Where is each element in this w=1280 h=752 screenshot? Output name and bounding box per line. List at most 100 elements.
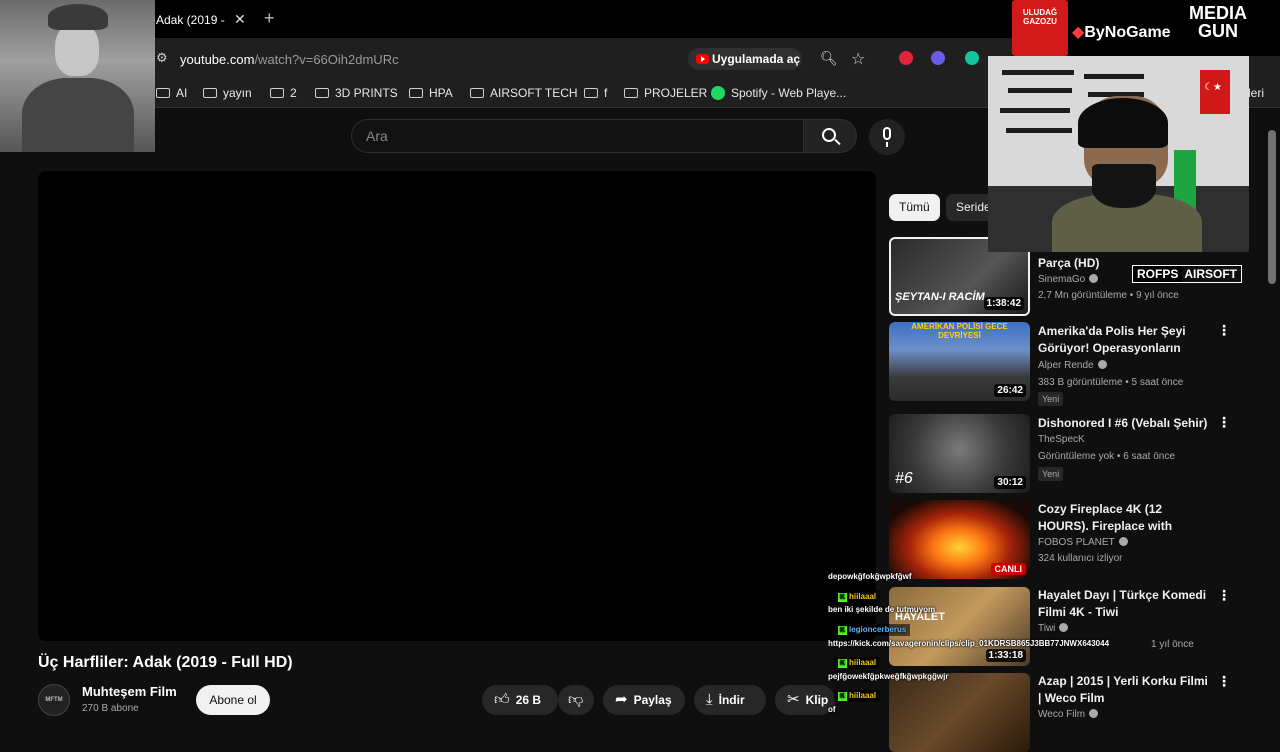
browser-tab[interactable]: Adak (2019 - ✕	[150, 6, 256, 34]
chip-all[interactable]: Tümü	[889, 194, 940, 221]
bookmark-item[interactable]: AI	[156, 86, 187, 100]
download-button[interactable]: ⤓ İndir	[694, 685, 766, 715]
more-options-icon[interactable]: ⋮	[1217, 322, 1231, 339]
folder-icon	[156, 88, 170, 98]
share-button[interactable]: ➦ Paylaş	[603, 685, 685, 715]
folder-icon	[584, 88, 598, 98]
video-player[interactable]	[38, 171, 876, 641]
chat-username: Khiilaaal	[834, 690, 881, 702]
kick-badge-icon: K	[838, 659, 847, 668]
chat-username: Khiilaaal	[834, 591, 881, 603]
flag-icon	[1200, 70, 1230, 114]
kick-badge-icon: K	[838, 626, 847, 635]
extension-icon[interactable]	[899, 51, 913, 65]
subscribe-button[interactable]: Abone ol	[196, 685, 270, 715]
chat-username: Klegioncerberus	[834, 624, 911, 636]
chat-message: depowkğfokğwpkfğwf	[828, 572, 912, 581]
chat-message: pejfğowekfğpkweğfkğwpkgğwjr	[828, 672, 949, 681]
more-options-icon[interactable]: ⋮	[1217, 673, 1231, 690]
thumbnail-text: #6	[895, 470, 913, 487]
video-title[interactable]: Cozy Fireplace 4K (12 HOURS). Fireplace …	[1038, 501, 1214, 535]
bookmark-item[interactable]: yayın	[203, 86, 252, 100]
bookmark-item[interactable]: 2	[270, 86, 297, 100]
channel-avatar[interactable]: MFTM	[38, 684, 70, 716]
tab-title: Adak (2019 -	[156, 13, 225, 27]
new-tab-button[interactable]: +	[264, 8, 275, 29]
bynogame-icon: ◆	[1072, 24, 1085, 41]
bookmark-item[interactable]: f	[584, 86, 607, 100]
video-meta: Görüntüleme yok • 6 saat önce	[1038, 451, 1175, 462]
chat-message: of	[828, 705, 836, 714]
voice-search-button[interactable]	[869, 119, 905, 155]
more-options-icon[interactable]: ⋮	[1217, 587, 1231, 604]
folder-icon	[470, 88, 484, 98]
open-in-app-label: Uygulamada aç	[712, 52, 801, 66]
bookmark-item[interactable]: Spotify - Web Playe...	[711, 86, 846, 100]
scissors-icon: ✂	[787, 691, 800, 708]
grammarly-icon[interactable]	[965, 51, 979, 65]
like-button[interactable]: 👍︎ 26 B	[482, 685, 558, 715]
video-thumbnail[interactable]: AMERİKAN POLİSİ GECE DEVRİYESİ 26:42	[889, 322, 1030, 401]
channel-name[interactable]: Alper Rende	[1038, 360, 1107, 371]
new-badge: Yeni	[1038, 467, 1064, 481]
chat-message: https://kick.com/savageronin/clips/clip_…	[828, 639, 1110, 648]
search-input[interactable]	[351, 119, 804, 153]
youtube-logo-icon	[696, 54, 709, 64]
video-duration: 1:38:42	[983, 297, 1024, 310]
url-path: /watch?v=66Oih2dmURc	[254, 52, 399, 67]
channel-name[interactable]: TheSpecK	[1038, 434, 1085, 445]
clip-button[interactable]: ✂ Klip	[775, 685, 835, 715]
video-title[interactable]: Dishonored I #6 (Vebalı Şehir)	[1038, 415, 1214, 432]
folder-icon	[203, 88, 217, 98]
mic-icon	[883, 127, 891, 140]
video-title: Üç Harfliler: Adak (2019 - Full HD)	[38, 654, 293, 671]
site-settings-icon[interactable]: ⚙	[156, 50, 172, 68]
verified-icon	[1089, 274, 1099, 283]
rofps-airsoft-logo: ROFPS AIRSOFT	[1132, 265, 1242, 283]
thumbs-up-icon: 👍︎	[494, 691, 510, 708]
subscriber-count: 270 B abone	[82, 703, 139, 714]
bookmark-item[interactable]: 3D PRINTS	[315, 86, 398, 100]
bookmark-item[interactable]: PROJELER	[624, 86, 707, 100]
channel-name[interactable]: FOBOS PLANET	[1038, 537, 1128, 548]
chat-username: Khiilaaal	[834, 657, 881, 669]
video-thumbnail[interactable]: CANLI	[889, 500, 1030, 579]
bookmark-item[interactable]: AIRSOFT TECH	[470, 86, 578, 100]
bookmark-star-icon[interactable]: ☆	[851, 49, 865, 69]
scrollbar[interactable]	[1268, 130, 1276, 284]
dislike-button[interactable]: 👎︎	[558, 685, 594, 715]
stream-chat-overlay: depowkğfokğwpkfğwf Khiilaaal ben iki şek…	[828, 570, 1128, 720]
video-meta: 2,7 Mn görüntüleme • 9 yıl önce	[1038, 290, 1179, 301]
extension-icon[interactable]	[931, 51, 945, 65]
folder-icon	[270, 88, 284, 98]
spotify-icon	[711, 86, 725, 100]
folder-icon	[624, 88, 638, 98]
thumbs-down-icon: 👎︎	[568, 691, 584, 708]
webcam-overlay	[988, 56, 1249, 252]
mediagun-logo: MEDIA GUN	[1189, 3, 1247, 41]
channel-name[interactable]: Muhteşem Film	[82, 684, 177, 699]
new-badge: Yeni	[1038, 392, 1064, 406]
kick-badge-icon: K	[838, 593, 847, 602]
folder-icon	[409, 88, 423, 98]
chat-message: ben iki şekilde de tutmuyom	[828, 605, 936, 614]
bynogame-logo: ◆ByNoGame	[1072, 24, 1171, 41]
more-options-icon[interactable]: ⋮	[1217, 414, 1231, 431]
open-in-app-button[interactable]: Uygulamada aç	[688, 48, 802, 70]
portrait-overlay	[0, 0, 155, 152]
address-bar[interactable]: youtube.com/watch?v=66Oih2dmURc	[180, 52, 399, 67]
channel-name[interactable]: SinemaGo	[1038, 274, 1099, 285]
like-count: 26 B	[515, 693, 542, 707]
video-thumbnail[interactable]: #6 30:12	[889, 414, 1030, 493]
tab-close-icon[interactable]: ✕	[234, 11, 246, 28]
video-duration: 30:12	[994, 476, 1026, 489]
video-meta: 324 kullanıcı izliyor	[1038, 553, 1123, 564]
bookmark-item[interactable]: HPA	[409, 86, 453, 100]
thumbnail-text: ŞEYTAN-I RACİM	[895, 291, 985, 303]
search-button[interactable]	[803, 119, 857, 153]
search-placeholder: Ara	[366, 128, 388, 144]
zoom-icon[interactable]: 🔍︎	[820, 50, 838, 67]
url-host: youtube.com	[180, 52, 255, 67]
video-title[interactable]: Amerika'da Polis Her Şeyi Görüyor! Opera…	[1038, 323, 1214, 357]
uludag-logo-text: ULUDAĞ GAZOZU	[1022, 8, 1058, 26]
